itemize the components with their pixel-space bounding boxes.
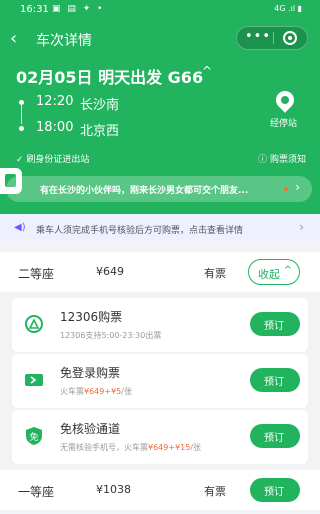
option-title: 免登录购票 <box>60 366 121 380</box>
option-subtitle-prefix: 无需核验手机号，火车票 <box>60 443 148 452</box>
miniprogram-capsule: ••• <box>236 26 308 50</box>
chevron-up-icon[interactable]: ^ <box>202 64 212 78</box>
railway-logo-icon <box>25 315 43 333</box>
close-miniprogram-icon[interactable] <box>283 31 297 45</box>
option-subtitle-suffix: /张 <box>121 387 132 396</box>
status-bar: 16:31 ▣ ▤ ✦ • 4G .ıl ▮ <box>0 0 320 20</box>
notification-icons: ▣ ▤ ✦ • <box>52 4 105 14</box>
chevron-right-icon: › <box>295 180 300 194</box>
nav-bar: ‹ 车次详情 ••• <box>0 24 320 54</box>
arrival-dot-icon <box>19 126 24 131</box>
option-card-12306: 12306购票 12306支持5:00-23:30出票 预订 <box>12 298 308 352</box>
book-label: 预订 <box>264 321 284 332</box>
option-card-no-login: 免登录购票 火车票¥649+¥5/张 预订 <box>12 354 308 408</box>
departure-time: 12:20 <box>36 94 74 109</box>
book-button[interactable]: 预订 <box>250 478 300 502</box>
book-label: 预订 <box>264 487 284 498</box>
option-subtitle-suffix: /张 <box>190 443 202 452</box>
stops-label[interactable]: 经停站 <box>270 116 297 129</box>
seat-availability: 有票 <box>204 267 226 280</box>
seat-row-first-class: 一等座 ¥1038 有票 预订 <box>0 470 320 510</box>
seat-name: 二等座 <box>18 267 55 281</box>
collapse-button[interactable]: 收起 ^ <box>248 259 300 285</box>
option-subtitle: 火车票¥649+¥5/张 <box>60 386 132 397</box>
ticket-icon <box>25 374 43 386</box>
book-label: 预订 <box>264 433 284 444</box>
seat-name: 一等座 <box>18 485 55 499</box>
speaker-icon: ◀) <box>14 222 26 233</box>
book-label: 预订 <box>264 377 284 388</box>
departure-row: 12:20 长沙南 <box>16 94 216 114</box>
verification-notice[interactable]: ◀) 乘车人须完成手机号核验后方可购票，点击查看详情 › <box>0 214 320 242</box>
seat-availability: 有票 <box>204 485 226 498</box>
option-price-highlight: ¥649+¥5 <box>84 387 122 396</box>
departure-station: 长沙南 <box>80 98 120 113</box>
arrival-time: 18:00 <box>36 120 74 135</box>
option-card-no-verify: 免 免核验通道 无需核验手机号，火车票¥649+¥15/张 预订 <box>12 410 308 464</box>
page-title: 车次详情 <box>36 33 92 49</box>
banner-text: 有在长沙的小伙伴吗，刚来长沙男女都可交个朋友... <box>40 186 249 196</box>
signal-battery-icons: 4G .ıl ▮ <box>274 4 302 13</box>
chevron-right-icon: › <box>299 220 304 234</box>
shield-icon: 免 <box>26 427 42 445</box>
svg-text:免: 免 <box>29 431 38 443</box>
capsule-divider <box>273 32 274 44</box>
option-subtitle: 12306支持5:00-23:30出票 <box>60 331 162 340</box>
arrival-row: 18:00 北京西 <box>16 120 216 140</box>
seat-row-second-class: 二等座 ¥649 有票 收起 ^ <box>0 252 320 292</box>
notice-text: 乘车人须完成手机号核验后方可购票，点击查看详情 <box>36 226 244 236</box>
option-subtitle: 无需核验手机号，火车票¥649+¥15/张 <box>60 442 201 453</box>
trip-title: 02月05日 明天出发 G66 <box>16 68 204 87</box>
chevron-up-icon: ^ <box>283 265 292 276</box>
seat-price: ¥649 <box>96 265 124 278</box>
back-icon[interactable]: ‹ <box>10 28 17 49</box>
id-card-note: ✓ 刷身份证进出站 <box>16 155 90 165</box>
id-card-note-text: 刷身份证进出站 <box>26 155 90 165</box>
option-title: 12306购票 <box>60 310 123 324</box>
option-price-highlight: ¥649+¥15 <box>148 443 191 452</box>
arrival-station: 北京西 <box>80 124 120 139</box>
book-button[interactable]: 预订 <box>250 424 300 448</box>
unread-dot-icon <box>284 187 288 191</box>
option-title: 免核验通道 <box>60 422 121 436</box>
more-menu-icon[interactable]: ••• <box>245 29 271 44</box>
seat-price: ¥1038 <box>96 483 131 496</box>
book-button[interactable]: 预订 <box>250 368 300 392</box>
option-subtitle-prefix: 火车票 <box>60 387 84 396</box>
status-time: 16:31 <box>20 4 49 15</box>
book-button[interactable]: 预订 <box>250 312 300 336</box>
social-banner[interactable]: 有在长沙的小伙伴吗，刚来长沙男女都可交个朋友... › <box>6 176 312 202</box>
ticket-notice-link[interactable]: ⓘ 购票须知 <box>258 152 306 165</box>
collapse-label: 收起 <box>258 268 280 281</box>
